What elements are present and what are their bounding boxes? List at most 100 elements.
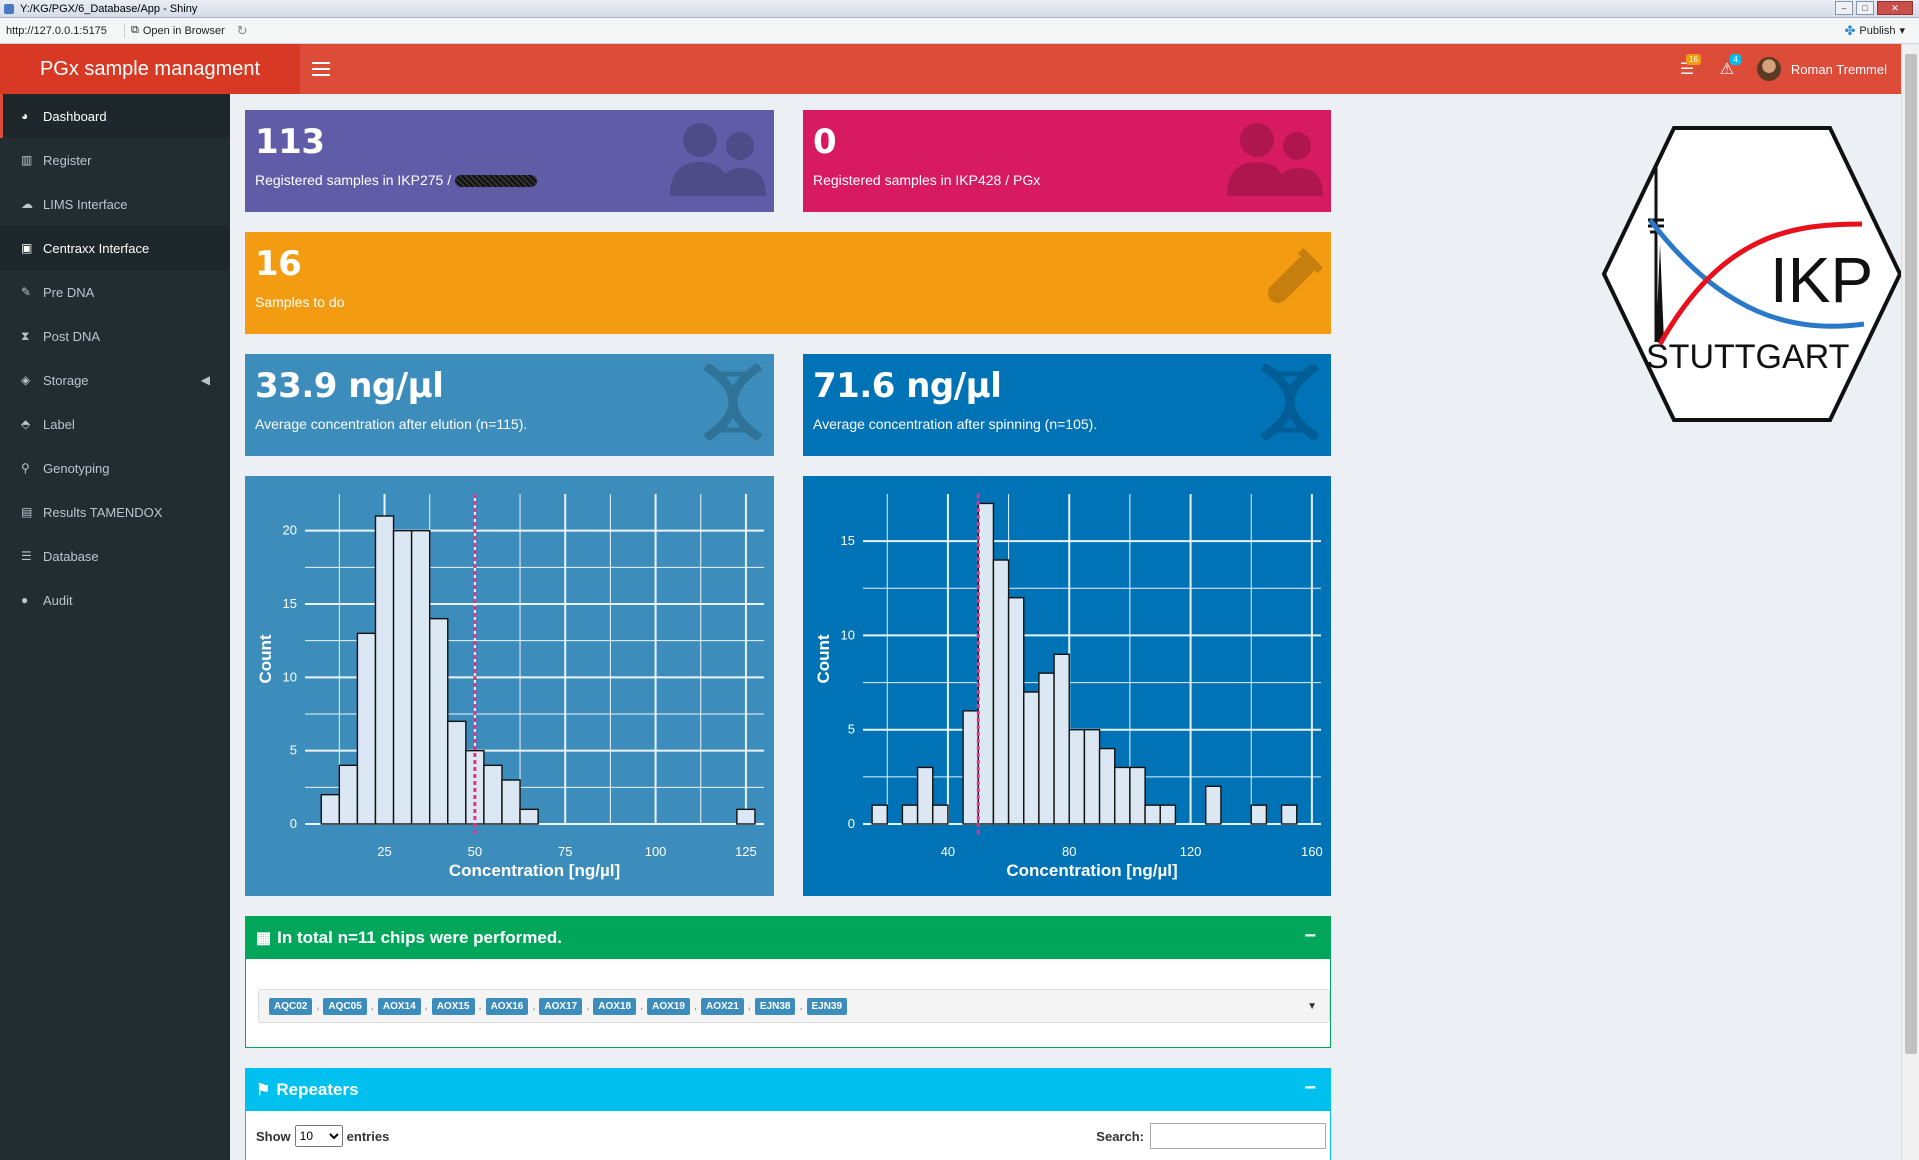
value-box-label: Registered samples in IKP428 / PGx xyxy=(813,172,1041,188)
sidebar-toggle-button[interactable] xyxy=(312,58,330,80)
sidebar-item-audit[interactable]: ● Audit xyxy=(0,578,230,622)
x-tick-label: 125 xyxy=(735,844,757,859)
sidebar-item-post-dna[interactable]: ⧗ Post DNA xyxy=(0,314,230,358)
menu-icon-bar xyxy=(312,74,330,76)
histogram-bar xyxy=(447,720,467,825)
value-box-label: Average concentration after spinning (n=… xyxy=(813,416,1098,432)
chip-tag[interactable]: AOX18 xyxy=(593,997,637,1015)
chip-separator: , xyxy=(640,1000,644,1012)
logo-text-sub: STUTTGART xyxy=(1646,338,1849,376)
histogram-bar xyxy=(1280,804,1298,825)
chip-tag[interactable]: AOX14 xyxy=(377,997,421,1015)
value-box-label-text: Registered samples in IKP275 / xyxy=(255,172,452,188)
collapse-button[interactable]: − xyxy=(1304,925,1316,948)
histogram-bar xyxy=(1144,804,1161,825)
histogram-bar xyxy=(1114,766,1131,825)
chip-separator: , xyxy=(316,1000,320,1012)
circle-icon: ● xyxy=(21,593,29,607)
value-box-spinning-concentration: 71.6 ng/µl Average concentration after s… xyxy=(803,354,1331,456)
histogram-bar xyxy=(1023,691,1040,825)
sidebar-item-label: Genotyping xyxy=(43,460,110,476)
tags-icon: ⬘ xyxy=(21,417,31,431)
dna-icon xyxy=(1260,364,1320,440)
sidebar-item-database[interactable]: ☰ Database xyxy=(0,534,230,578)
app-title[interactable]: PGx sample managment xyxy=(0,44,300,94)
sidebar-item-storage[interactable]: ◈ Storage ◀ xyxy=(0,358,230,402)
barcode-icon: ▥ xyxy=(21,153,33,167)
chip-separator: , xyxy=(370,1000,374,1012)
sidebar-item-centraxx-interface[interactable]: ▣ Centraxx Interface xyxy=(0,226,230,270)
sidebar-item-label[interactable]: ⬘ Label xyxy=(0,402,230,446)
chips-panel-header: ▦ In total n=11 chips were performed. − xyxy=(246,917,1330,959)
datatable-controls: Show 10 entries Search: xyxy=(256,1123,1326,1149)
chip-tag[interactable]: EJN38 xyxy=(754,997,796,1015)
sidebar-item-genotyping[interactable]: ⚲ Genotyping xyxy=(0,446,230,490)
publish-button[interactable]: ✤ Publish ▾ xyxy=(1844,23,1905,39)
microscope-icon: ⚲ xyxy=(21,461,30,475)
open-in-browser-label: Open in Browser xyxy=(142,24,225,37)
sidebar-item-results-tamendox[interactable]: ▤ Results TAMENDOX xyxy=(0,490,230,534)
chip-tag[interactable]: AQC05 xyxy=(323,997,367,1015)
chip-separator: , xyxy=(586,1000,590,1012)
notifications-menu[interactable]: ⚠ 4 xyxy=(1707,44,1747,94)
histogram-bar xyxy=(428,617,449,825)
x-axis-label: Concentration [ng/µl] xyxy=(1006,861,1177,880)
histogram-bar xyxy=(338,764,359,825)
value-box-samples-todo: 16 Samples to do xyxy=(245,232,1331,334)
sidebar-item-lims-interface[interactable]: ☁ LIMS Interface xyxy=(0,182,230,226)
minimize-button[interactable]: – xyxy=(1835,1,1853,15)
chip-tag[interactable]: AOX21 xyxy=(701,997,744,1015)
address-book-icon: ▣ xyxy=(21,241,33,255)
window-titlebar: Y:/KG/PGX/6_Database/App - Shiny – □ ✕ xyxy=(0,0,1919,18)
search-input[interactable] xyxy=(1150,1123,1326,1149)
user-menu[interactable]: Roman Tremmel xyxy=(1747,44,1901,94)
value-box-number: 113 xyxy=(255,122,325,162)
sidebar: ◕ Dashboard ▥ Register ☁ LIMS Interface … xyxy=(0,94,230,1160)
chip-tag[interactable]: AOX16 xyxy=(485,997,529,1015)
sidebar-item-label: Pre DNA xyxy=(43,284,95,300)
collapse-button[interactable]: − xyxy=(1304,1077,1316,1100)
histogram-bar xyxy=(1098,747,1116,825)
scrollbar-thumb[interactable] xyxy=(1905,54,1917,1054)
sidebar-item-dashboard[interactable]: ◕ Dashboard xyxy=(0,94,230,138)
y-tick-label: 20 xyxy=(283,523,297,538)
sidebar-item-pre-dna[interactable]: ✎ Pre DNA xyxy=(0,270,230,314)
chevron-down-icon: ▼ xyxy=(1307,1001,1317,1012)
histogram-bar xyxy=(1083,729,1101,825)
menu-icon-bar xyxy=(312,62,330,64)
open-in-browser-button[interactable]: ⧉ Open in Browser xyxy=(131,24,225,37)
chip-tag[interactable]: EJN39 xyxy=(806,997,848,1015)
y-tick-label: 10 xyxy=(283,669,297,684)
page-scrollbar[interactable] xyxy=(1901,44,1919,1160)
y-tick-label: 10 xyxy=(841,627,855,642)
chip-tag[interactable]: AOX17 xyxy=(539,997,583,1015)
y-tick-label: 5 xyxy=(290,743,297,758)
tasks-badge: 16 xyxy=(1686,54,1701,65)
repeaters-panel-title: Repeaters xyxy=(276,1080,359,1099)
y-tick-label: 0 xyxy=(848,816,855,831)
chip-separator: , xyxy=(799,1000,803,1012)
navbar-right: ☰ 16 ⚠ 4 Roman Tremmel xyxy=(1667,44,1901,94)
maximize-button[interactable]: □ xyxy=(1856,1,1874,15)
y-tick-label: 0 xyxy=(290,816,297,831)
chips-multiselect[interactable]: AQC02, AQC05, AOX14, AOX15, AOX16, AOX17, AOX1… xyxy=(258,989,1330,1023)
show-label: Show xyxy=(256,1128,291,1144)
chip-tag[interactable]: AQC02 xyxy=(269,997,313,1015)
repeaters-panel-header: ⚑ Repeaters − xyxy=(246,1069,1330,1111)
page-length-select[interactable]: 10 xyxy=(294,1125,343,1147)
refresh-icon[interactable]: ↻ xyxy=(237,23,248,39)
histogram-spinning: 40 80 120 160 0 5 10 15 Concentration [ng/µl] Cou… xyxy=(803,476,1331,896)
chip-tag[interactable]: AOX19 xyxy=(647,997,690,1015)
url-text: http://127.0.0.1:5175 xyxy=(6,24,107,37)
publish-icon: ✤ xyxy=(1844,22,1856,38)
tasks-menu[interactable]: ☰ 16 xyxy=(1667,44,1707,94)
sidebar-item-register[interactable]: ▥ Register xyxy=(0,138,230,182)
menu-icon-bar xyxy=(312,68,330,70)
chip-tag[interactable]: AOX15 xyxy=(431,997,475,1015)
app-icon xyxy=(4,3,14,14)
value-box-label: Average concentration after elution (n=1… xyxy=(255,416,528,432)
users-icon xyxy=(1227,123,1323,196)
close-button[interactable]: ✕ xyxy=(1877,1,1913,15)
x-tick-label: 100 xyxy=(645,844,667,859)
histogram-bar xyxy=(1129,766,1146,825)
